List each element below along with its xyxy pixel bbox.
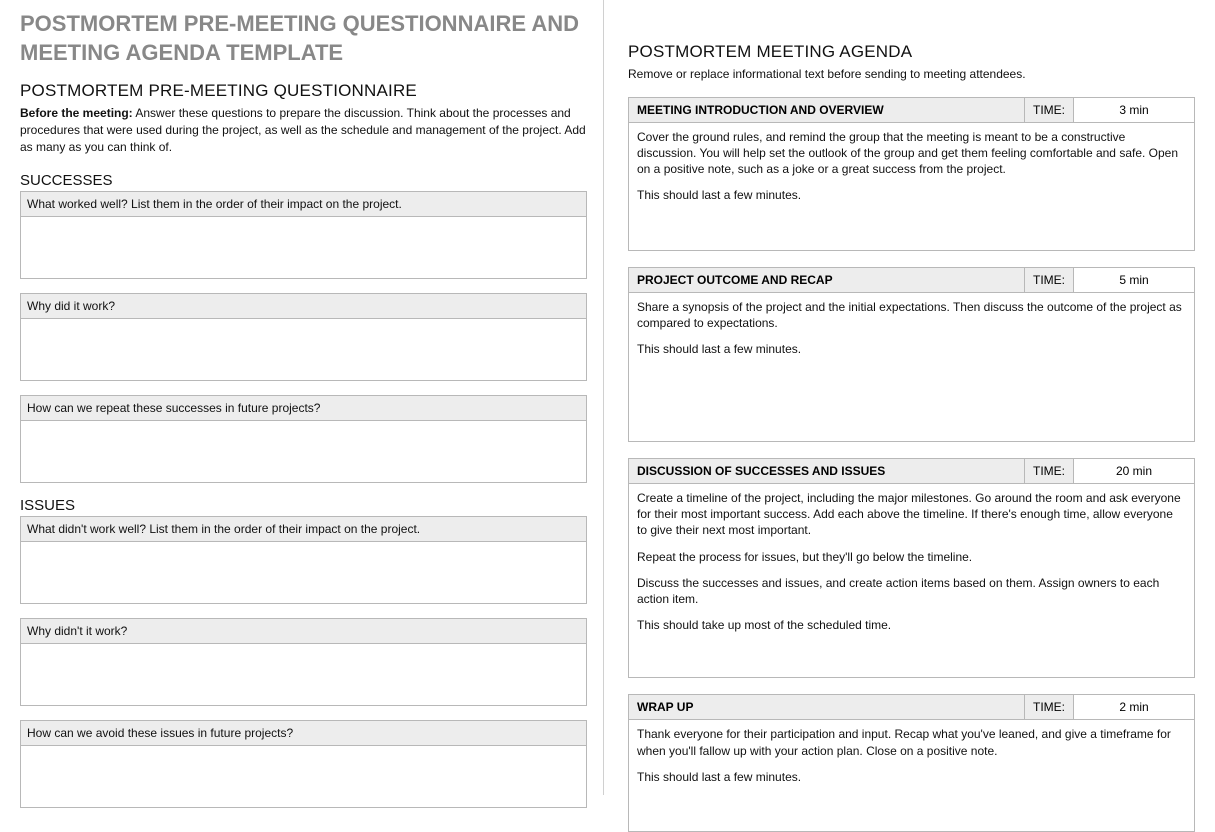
- agenda-body[interactable]: Cover the ground rules, and remind the g…: [628, 123, 1195, 251]
- agenda-header-row: DISCUSSION OF SUCCESSES AND ISSUES TIME:…: [628, 458, 1195, 484]
- agenda-item: DISCUSSION OF SUCCESSES AND ISSUES TIME:…: [628, 458, 1195, 678]
- time-label: TIME:: [1025, 268, 1074, 292]
- time-label: TIME:: [1025, 98, 1074, 122]
- question-prompt: What didn't work well? List them in the …: [20, 516, 587, 542]
- agenda-paragraph: This should last a few minutes.: [637, 341, 1186, 357]
- agenda-paragraph: Cover the ground rules, and remind the g…: [637, 129, 1186, 178]
- issues-q3-group: How can we avoid these issues in future …: [20, 720, 587, 808]
- answer-field[interactable]: [20, 644, 587, 706]
- time-value[interactable]: 5 min: [1074, 268, 1194, 292]
- body-filler: [637, 795, 1186, 825]
- agenda-item: PROJECT OUTCOME AND RECAP TIME: 5 min Sh…: [628, 267, 1195, 443]
- successes-q2-group: Why did it work?: [20, 293, 587, 381]
- pre-meeting-intro: Before the meeting: Answer these questio…: [20, 105, 587, 155]
- right-column: POSTMORTEM MEETING AGENDA Remove or repl…: [608, 0, 1215, 795]
- answer-field[interactable]: [20, 319, 587, 381]
- agenda-subtitle: Remove or replace informational text bef…: [628, 66, 1195, 83]
- time-value[interactable]: 3 min: [1074, 98, 1194, 122]
- top-spacer: [628, 10, 1195, 42]
- main-title: POSTMORTEM PRE-MEETING QUESTIONNAIRE AND…: [20, 10, 587, 67]
- body-filler: [637, 367, 1186, 435]
- body-filler: [637, 214, 1186, 244]
- agenda-item-title: WRAP UP: [629, 695, 1025, 719]
- agenda-section-title: POSTMORTEM MEETING AGENDA: [628, 42, 1195, 62]
- intro-bold: Before the meeting:: [20, 106, 133, 120]
- agenda-body[interactable]: Thank everyone for their participation a…: [628, 720, 1195, 832]
- agenda-item-title: DISCUSSION OF SUCCESSES AND ISSUES: [629, 459, 1025, 483]
- agenda-paragraph: Repeat the process for issues, but they'…: [637, 549, 1186, 565]
- issues-q1-group: What didn't work well? List them in the …: [20, 516, 587, 604]
- successes-heading: SUCCESSES: [20, 172, 587, 189]
- agenda-paragraph: This should last a few minutes.: [637, 187, 1186, 203]
- agenda-header-row: WRAP UP TIME: 2 min: [628, 694, 1195, 720]
- answer-field[interactable]: [20, 746, 587, 808]
- answer-field[interactable]: [20, 542, 587, 604]
- time-value[interactable]: 20 min: [1074, 459, 1194, 483]
- issues-heading: ISSUES: [20, 497, 587, 514]
- agenda-paragraph: This should take up most of the schedule…: [637, 617, 1186, 633]
- answer-field[interactable]: [20, 421, 587, 483]
- agenda-paragraph: This should last a few minutes.: [637, 769, 1186, 785]
- agenda-paragraph: Discuss the successes and issues, and cr…: [637, 575, 1186, 607]
- body-filler: [637, 643, 1186, 671]
- agenda-header-row: PROJECT OUTCOME AND RECAP TIME: 5 min: [628, 267, 1195, 293]
- question-prompt: How can we avoid these issues in future …: [20, 720, 587, 746]
- successes-q3-group: How can we repeat these successes in fut…: [20, 395, 587, 483]
- agenda-paragraph: Create a timeline of the project, includ…: [637, 490, 1186, 539]
- agenda-paragraph: Thank everyone for their participation a…: [637, 726, 1186, 758]
- agenda-item: WRAP UP TIME: 2 min Thank everyone for t…: [628, 694, 1195, 832]
- agenda-item: MEETING INTRODUCTION AND OVERVIEW TIME: …: [628, 97, 1195, 251]
- answer-field[interactable]: [20, 217, 587, 279]
- pre-meeting-section-title: POSTMORTEM PRE-MEETING QUESTIONNAIRE: [20, 81, 587, 101]
- question-prompt: Why didn't it work?: [20, 618, 587, 644]
- question-prompt: Why did it work?: [20, 293, 587, 319]
- issues-q2-group: Why didn't it work?: [20, 618, 587, 706]
- agenda-body[interactable]: Share a synopsis of the project and the …: [628, 293, 1195, 443]
- agenda-paragraph: Share a synopsis of the project and the …: [637, 299, 1186, 331]
- question-prompt: What worked well? List them in the order…: [20, 191, 587, 217]
- time-value[interactable]: 2 min: [1074, 695, 1194, 719]
- time-label: TIME:: [1025, 459, 1074, 483]
- left-column: POSTMORTEM PRE-MEETING QUESTIONNAIRE AND…: [0, 0, 599, 795]
- agenda-item-title: PROJECT OUTCOME AND RECAP: [629, 268, 1025, 292]
- column-divider: [603, 0, 604, 795]
- agenda-body[interactable]: Create a timeline of the project, includ…: [628, 484, 1195, 678]
- question-prompt: How can we repeat these successes in fut…: [20, 395, 587, 421]
- time-label: TIME:: [1025, 695, 1074, 719]
- successes-q1-group: What worked well? List them in the order…: [20, 191, 587, 279]
- agenda-item-title: MEETING INTRODUCTION AND OVERVIEW: [629, 98, 1025, 122]
- agenda-header-row: MEETING INTRODUCTION AND OVERVIEW TIME: …: [628, 97, 1195, 123]
